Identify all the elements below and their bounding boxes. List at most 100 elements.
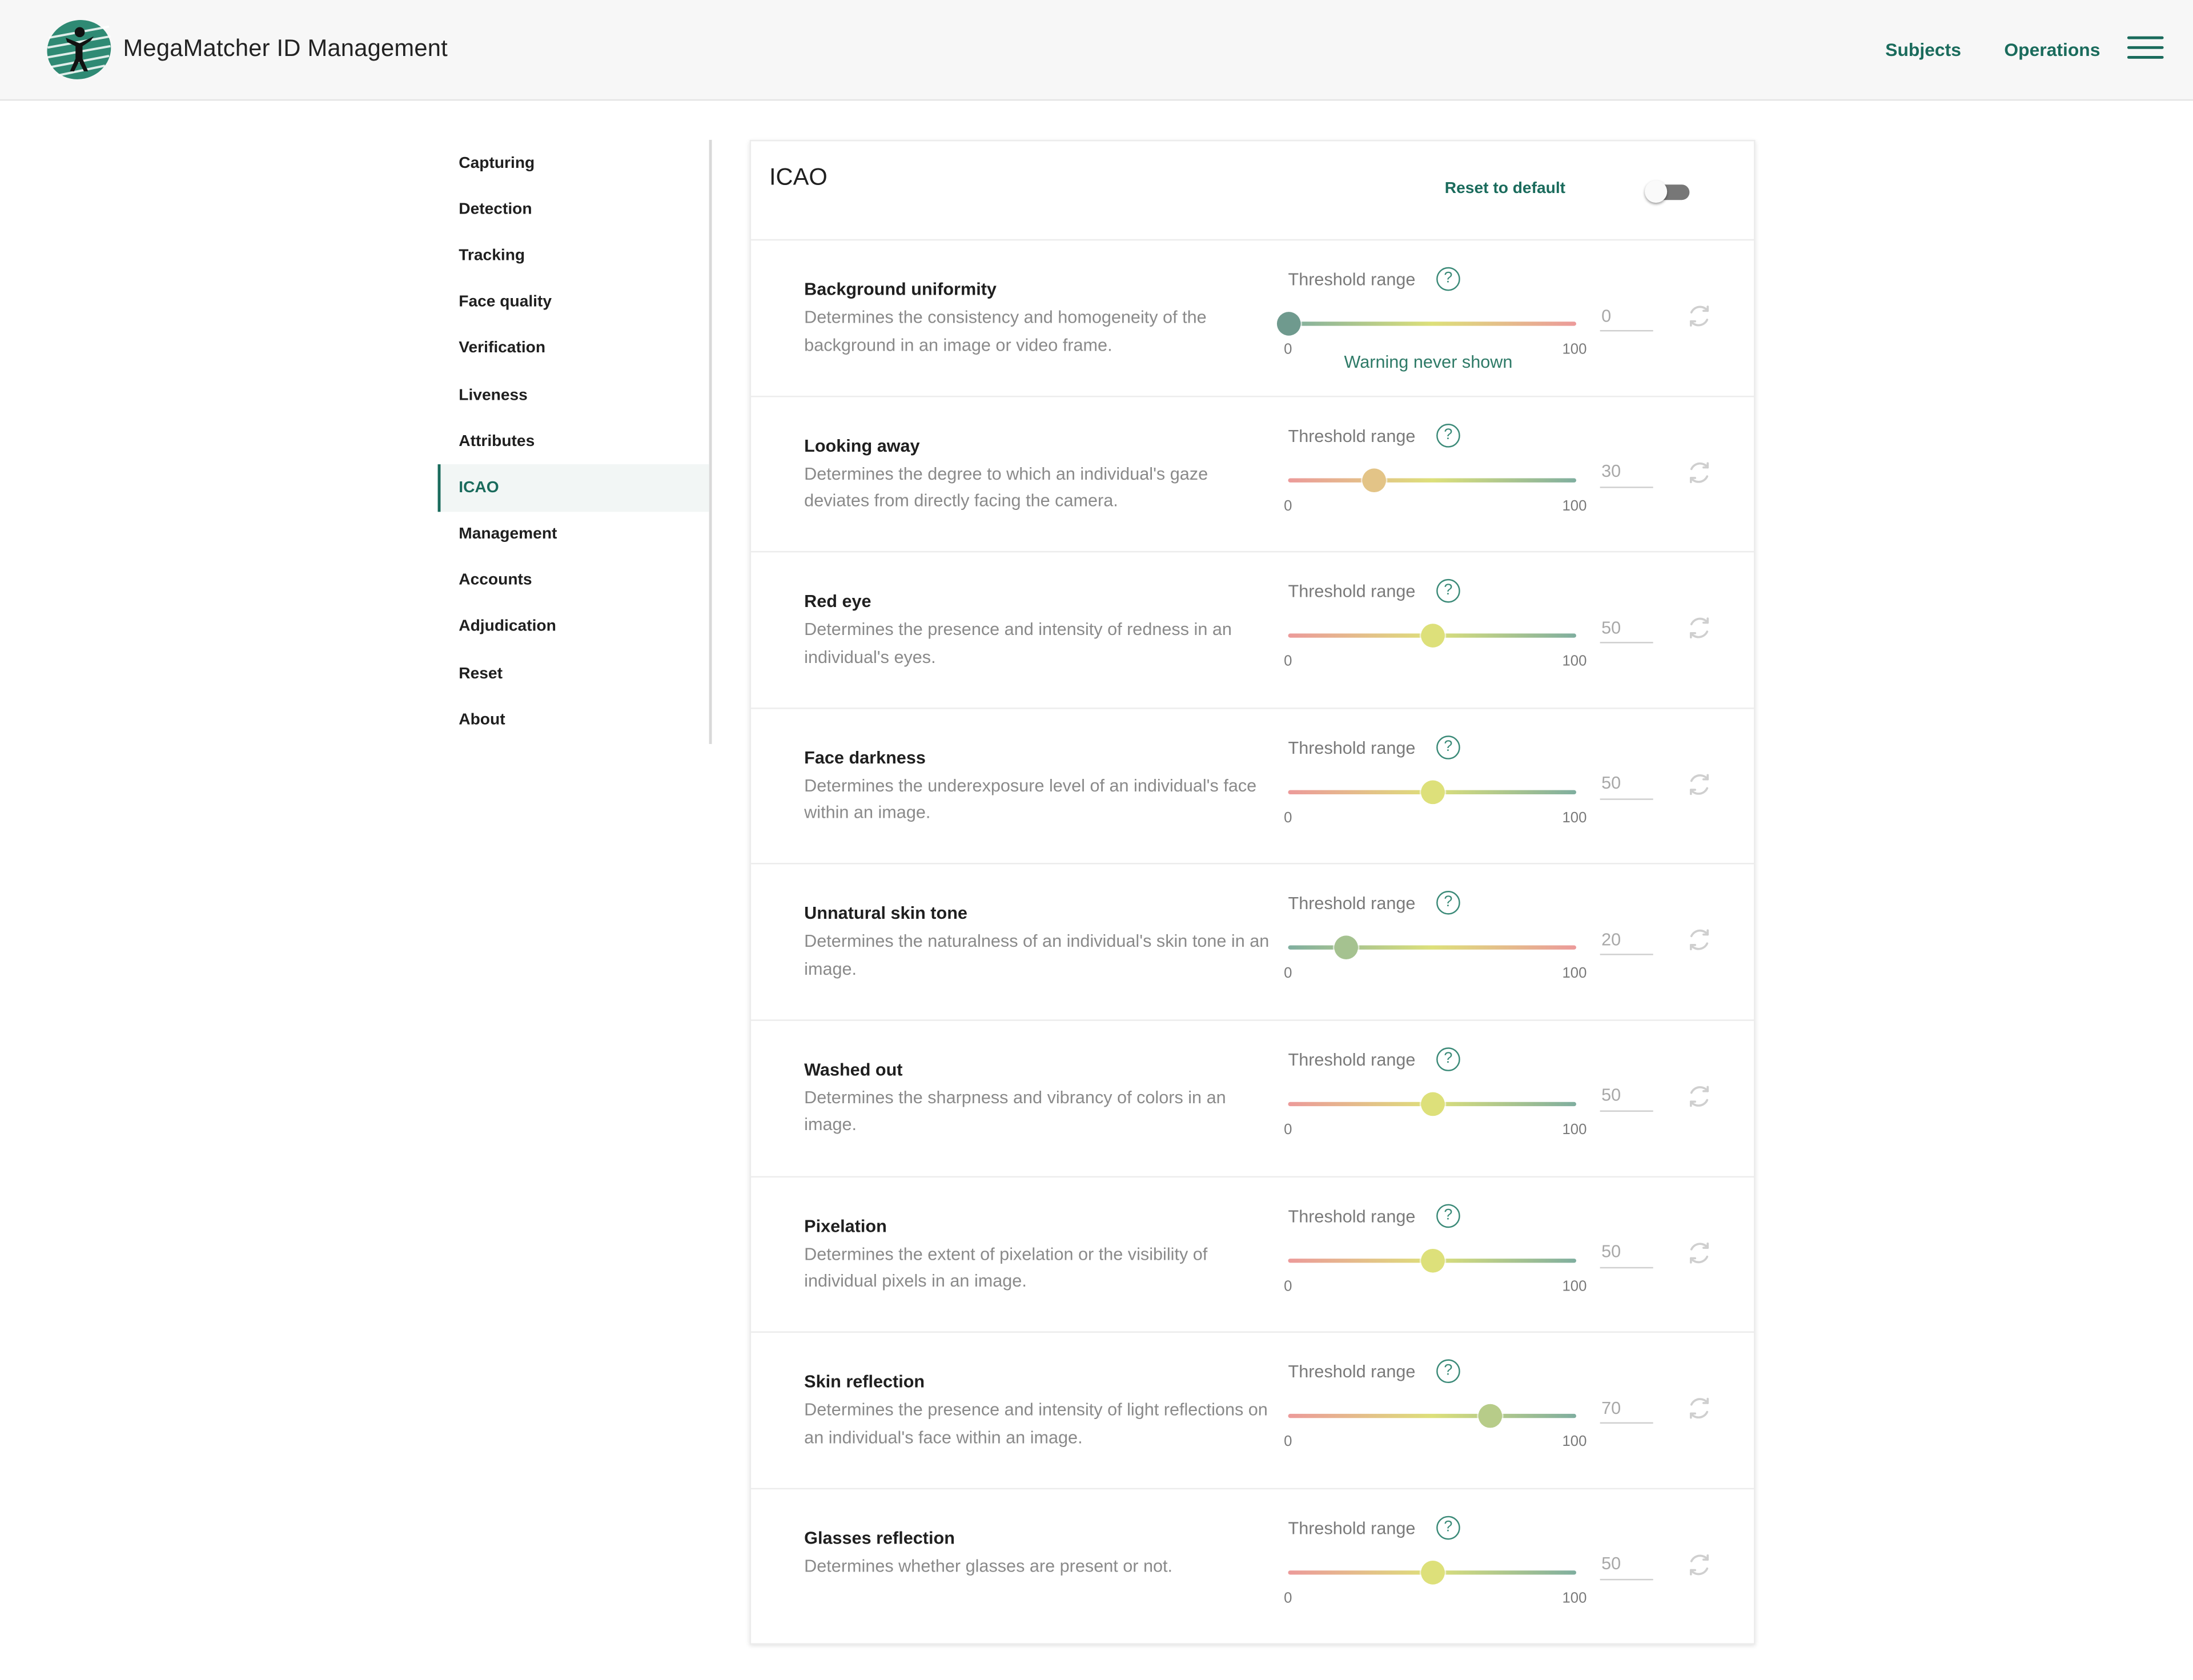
slider-thumb[interactable]	[1420, 1092, 1444, 1116]
slider-max-label: 100	[1562, 965, 1587, 983]
row-title: Pixelation	[804, 1216, 887, 1236]
refresh-icon[interactable]	[1686, 771, 1712, 797]
threshold-value-input[interactable]	[1600, 769, 1653, 800]
sidebar-item-detection[interactable]: Detection	[438, 186, 709, 232]
row-title: Red eye	[804, 592, 871, 612]
row-title: Background uniformity	[804, 279, 997, 300]
threshold-slider[interactable]	[1288, 779, 1577, 807]
threshold-value-input[interactable]	[1600, 300, 1653, 332]
threshold-slider[interactable]	[1288, 467, 1577, 495]
sidebar-item-accounts[interactable]: Accounts	[438, 557, 709, 604]
slider-max-label: 100	[1562, 1433, 1587, 1450]
sidebar-item-verification[interactable]: Verification	[438, 325, 709, 372]
slider-min-label: 0	[1284, 1589, 1292, 1607]
slider-min-label: 0	[1284, 1433, 1292, 1450]
sidebar-item-icao[interactable]: ICAO	[437, 464, 709, 512]
refresh-icon[interactable]	[1686, 616, 1712, 641]
help-icon[interactable]: ?	[1436, 891, 1460, 915]
slider-thumb[interactable]	[1420, 779, 1444, 804]
sidebar-item-tracking[interactable]: Tracking	[438, 232, 709, 279]
sidebar-item-face-quality[interactable]: Face quality	[438, 279, 709, 325]
slider-thumb[interactable]	[1276, 312, 1300, 336]
help-icon[interactable]: ?	[1436, 267, 1460, 291]
nav-subjects[interactable]: Subjects	[1885, 39, 1961, 61]
refresh-icon[interactable]	[1686, 460, 1712, 485]
sidebar-item-adjudication[interactable]: Adjudication	[438, 604, 709, 650]
refresh-icon[interactable]	[1686, 1084, 1712, 1109]
threshold-label: Threshold range	[1288, 1362, 1416, 1382]
slider-max-label: 100	[1562, 1589, 1587, 1607]
help-icon[interactable]: ?	[1436, 1359, 1460, 1384]
nav-operations[interactable]: Operations	[2004, 39, 2100, 61]
threshold-value-input[interactable]	[1600, 456, 1653, 488]
sidebar-item-management[interactable]: Management	[438, 511, 709, 557]
row-description: Determines the consistency and homogenei…	[804, 307, 1207, 355]
sidebar-item-capturing[interactable]: Capturing	[438, 140, 709, 186]
threshold-slider[interactable]	[1288, 1559, 1577, 1587]
threshold-slider[interactable]	[1288, 1247, 1577, 1275]
help-icon[interactable]: ?	[1436, 1047, 1460, 1071]
hamburger-menu-icon[interactable]	[2127, 36, 2164, 65]
threshold-label: Threshold range	[1288, 582, 1416, 602]
threshold-label: Threshold range	[1288, 270, 1416, 290]
panel-title: ICAO	[769, 163, 828, 191]
reset-toggle-switch[interactable]	[1645, 180, 1690, 203]
sidebar-item-about[interactable]: About	[438, 697, 709, 743]
help-icon[interactable]: ?	[1436, 735, 1460, 759]
sidebar-item-attributes[interactable]: Attributes	[438, 419, 709, 465]
threshold-value-input[interactable]	[1600, 613, 1653, 644]
slider-min-label: 0	[1284, 965, 1292, 983]
panel-header: ICAO Reset to default	[751, 141, 1754, 241]
threshold-slider[interactable]	[1288, 1403, 1577, 1431]
threshold-row: Unnatural skin tone Determines the natur…	[751, 865, 1754, 1021]
row-description: Determines the degree to which an indivi…	[804, 464, 1208, 511]
row-description: Determines the presence and intensity of…	[804, 1400, 1268, 1447]
warning-text: Warning never shown	[1344, 352, 1513, 372]
sidebar-item-liveness[interactable]: Liveness	[438, 372, 709, 418]
threshold-value-input[interactable]	[1600, 1393, 1653, 1424]
slider-min-label: 0	[1284, 341, 1292, 358]
slider-thumb[interactable]	[1477, 1404, 1502, 1428]
threshold-value-input[interactable]	[1600, 925, 1653, 956]
slider-min-label: 0	[1284, 653, 1292, 670]
row-description: Determines the extent of pixelation or t…	[804, 1244, 1208, 1291]
threshold-label: Threshold range	[1288, 738, 1416, 758]
slider-thumb[interactable]	[1363, 468, 1387, 492]
sidebar-item-reset[interactable]: Reset	[438, 650, 709, 697]
threshold-row: Pixelation Determines the extent of pixe…	[751, 1177, 1754, 1333]
refresh-icon[interactable]	[1686, 928, 1712, 953]
row-description: Determines the sharpness and vibrancy of…	[804, 1088, 1226, 1135]
app-title: MegaMatcher ID Management	[123, 35, 448, 62]
threshold-value-input[interactable]	[1600, 1237, 1653, 1268]
threshold-label: Threshold range	[1288, 425, 1416, 446]
slider-thumb[interactable]	[1334, 936, 1358, 960]
slider-min-label: 0	[1284, 497, 1292, 515]
threshold-value-input[interactable]	[1600, 1080, 1653, 1112]
slider-thumb[interactable]	[1420, 624, 1444, 648]
row-title: Glasses reflection	[804, 1528, 955, 1548]
help-icon[interactable]: ?	[1436, 423, 1460, 447]
help-icon[interactable]: ?	[1436, 1203, 1460, 1228]
threshold-slider[interactable]	[1276, 311, 1577, 339]
refresh-icon[interactable]	[1686, 1396, 1712, 1421]
refresh-icon[interactable]	[1686, 1552, 1712, 1577]
refresh-icon[interactable]	[1686, 1240, 1712, 1265]
slider-max-label: 100	[1562, 653, 1587, 670]
threshold-value-input[interactable]	[1600, 1549, 1653, 1580]
slider-thumb[interactable]	[1420, 1248, 1444, 1272]
threshold-slider[interactable]	[1288, 1091, 1577, 1119]
slider-thumb[interactable]	[1420, 1560, 1444, 1585]
threshold-label: Threshold range	[1288, 1206, 1416, 1226]
threshold-slider[interactable]	[1288, 622, 1577, 650]
row-title: Skin reflection	[804, 1372, 925, 1392]
reset-to-default-link[interactable]: Reset to default	[1445, 180, 1565, 197]
megamatcher-logo[interactable]	[46, 18, 112, 81]
threshold-slider[interactable]	[1288, 935, 1577, 963]
threshold-row: Background uniformity Determines the con…	[751, 240, 1754, 397]
threshold-label: Threshold range	[1288, 894, 1416, 914]
help-icon[interactable]: ?	[1436, 579, 1460, 603]
row-description: Determines the naturalness of an individ…	[804, 931, 1270, 979]
help-icon[interactable]: ?	[1436, 1516, 1460, 1540]
threshold-label: Threshold range	[1288, 1518, 1416, 1538]
refresh-icon[interactable]	[1686, 303, 1712, 328]
